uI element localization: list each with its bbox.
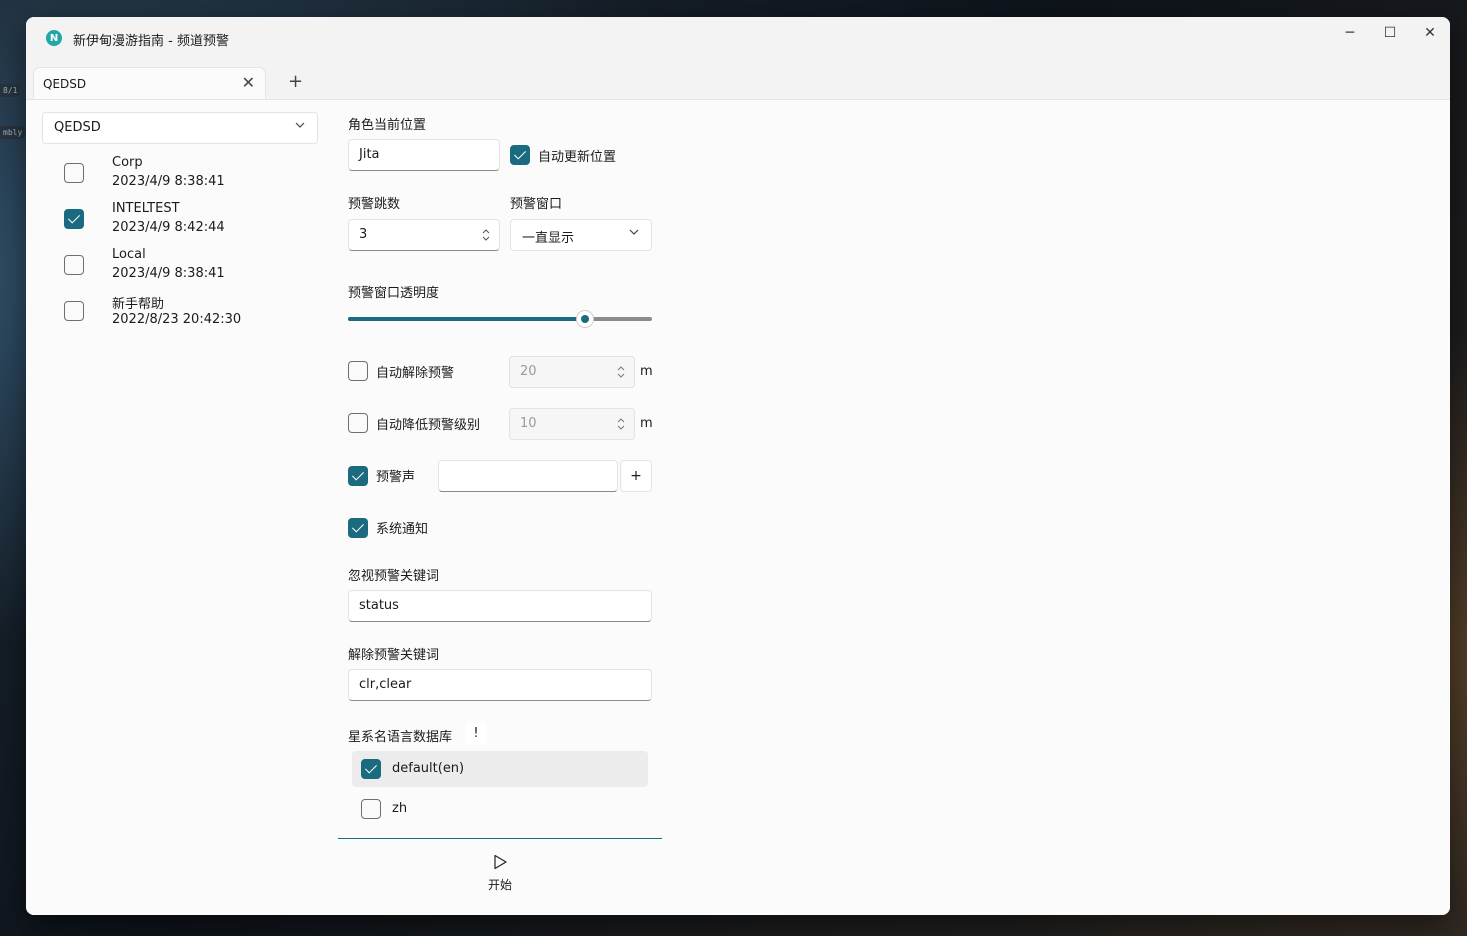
jumps-label: 预警跳数 — [348, 197, 401, 212]
channel-name: INTELTEST — [112, 201, 180, 216]
desktop-background: 8/1 mbly — [0, 80, 26, 880]
auto-update-label: 自动更新位置 — [538, 150, 617, 165]
jumps-value: 3 — [359, 227, 368, 242]
tab-close-icon[interactable]: ✕ — [242, 73, 255, 92]
ignore-keywords-input[interactable]: status — [348, 590, 652, 622]
auto-clear-value: 20 — [520, 364, 537, 379]
start-button[interactable]: 开始 — [474, 854, 526, 894]
play-icon — [494, 854, 507, 870]
auto-update-checkbox[interactable] — [510, 145, 530, 165]
opacity-slider-thumb[interactable] — [576, 310, 595, 328]
channel-item[interactable]: 新手帮助 2022/8/23 20:42:30 — [64, 290, 324, 334]
sound-checkbox[interactable] — [348, 466, 368, 486]
db-list-item[interactable]: default(en) — [352, 751, 648, 787]
spinner-icon[interactable] — [617, 417, 625, 431]
desktop-badge: mbly — [0, 126, 26, 139]
system-notify-label: 系统通知 — [376, 522, 429, 537]
channel-item[interactable]: Local 2023/4/9 8:38:41 — [64, 244, 324, 288]
channel-checkbox[interactable] — [64, 209, 84, 229]
sound-file-input[interactable] — [438, 460, 618, 492]
channel-time: 2023/4/9 8:38:41 — [112, 174, 225, 189]
tab-strip: QEDSD ✕ + — [26, 65, 1450, 99]
channel-checkbox[interactable] — [64, 163, 84, 183]
main-content: QEDSD Corp 2023/4/9 8:38:41 INTELTEST 20… — [26, 99, 1450, 915]
app-logo-icon: N — [46, 30, 62, 46]
db-checkbox[interactable] — [361, 759, 381, 779]
channel-item[interactable]: Corp 2023/4/9 8:38:41 — [64, 152, 324, 196]
add-sound-button[interactable]: + — [620, 460, 652, 492]
channel-time: 2022/8/23 20:42:30 — [112, 312, 242, 327]
jumps-stepper[interactable]: 3 — [348, 219, 500, 251]
auto-downgrade-unit: m — [640, 416, 653, 431]
channel-time: 2023/4/9 8:38:41 — [112, 266, 225, 281]
channel-checkbox[interactable] — [64, 301, 84, 321]
chevron-down-icon — [295, 122, 305, 128]
channel-name: 新手帮助 — [112, 297, 165, 312]
db-checkbox[interactable] — [361, 799, 381, 819]
channel-checkbox[interactable] — [64, 255, 84, 275]
location-label: 角色当前位置 — [348, 118, 427, 133]
clear-keywords-input[interactable]: clr,clear — [348, 669, 652, 701]
close-button[interactable]: ✕ — [1410, 20, 1450, 46]
desktop-badge: 8/1 — [0, 84, 21, 97]
add-tab-button[interactable]: + — [288, 71, 303, 92]
opacity-slider[interactable] — [348, 310, 652, 328]
divider — [338, 838, 662, 839]
auto-clear-unit: m — [640, 364, 653, 379]
db-label: 星系名语言数据库 — [348, 730, 453, 745]
info-icon[interactable]: ! — [465, 723, 487, 745]
auto-downgrade-checkbox[interactable] — [348, 413, 368, 433]
profile-select-value: QEDSD — [54, 120, 101, 135]
system-notify-checkbox[interactable] — [348, 518, 368, 538]
channel-item[interactable]: INTELTEST 2023/4/9 8:42:44 — [64, 198, 324, 242]
auto-clear-label: 自动解除预警 — [376, 366, 455, 381]
app-window: N 新伊甸漫游指南 - 频道预警 ─ ☐ ✕ QEDSD ✕ + QEDSD C… — [26, 17, 1450, 915]
auto-clear-checkbox[interactable] — [348, 361, 368, 381]
channel-name: Corp — [112, 155, 143, 170]
clear-keywords-label: 解除预警关键词 — [348, 648, 440, 663]
opacity-label: 预警窗口透明度 — [348, 286, 440, 301]
ignore-keywords-label: 忽视预警关键词 — [348, 569, 440, 584]
title-bar[interactable]: N 新伊甸漫游指南 - 频道预警 ─ ☐ ✕ — [26, 17, 1450, 65]
window-mode-label: 预警窗口 — [510, 197, 563, 212]
location-input[interactable]: Jita — [348, 139, 500, 171]
channel-name: Local — [112, 247, 146, 262]
maximize-button[interactable]: ☐ — [1370, 20, 1410, 46]
sound-label: 预警声 — [376, 470, 416, 485]
chevron-down-icon — [629, 229, 639, 235]
channel-time: 2023/4/9 8:42:44 — [112, 220, 225, 235]
start-label: 开始 — [487, 878, 512, 892]
window-title: 新伊甸漫游指南 - 频道预警 — [73, 34, 229, 49]
spinner-icon[interactable] — [617, 365, 625, 379]
auto-downgrade-label: 自动降低预警级别 — [376, 418, 481, 433]
auto-downgrade-stepper[interactable]: 10 — [509, 408, 635, 440]
auto-clear-stepper[interactable]: 20 — [509, 356, 635, 388]
tab-qedsd[interactable]: QEDSD ✕ — [33, 67, 266, 99]
tab-label: QEDSD — [43, 77, 87, 91]
minimize-button[interactable]: ─ — [1330, 20, 1370, 46]
spinner-icon[interactable] — [482, 228, 490, 242]
db-list-item[interactable]: zh — [352, 791, 648, 827]
window-mode-value: 一直显示 — [522, 231, 575, 246]
db-name: default(en) — [392, 761, 465, 776]
auto-downgrade-value: 10 — [520, 416, 537, 431]
profile-select[interactable]: QEDSD — [42, 112, 318, 144]
db-name: zh — [392, 801, 408, 816]
opacity-slider-fill — [348, 317, 586, 321]
window-mode-select[interactable]: 一直显示 — [510, 219, 652, 251]
